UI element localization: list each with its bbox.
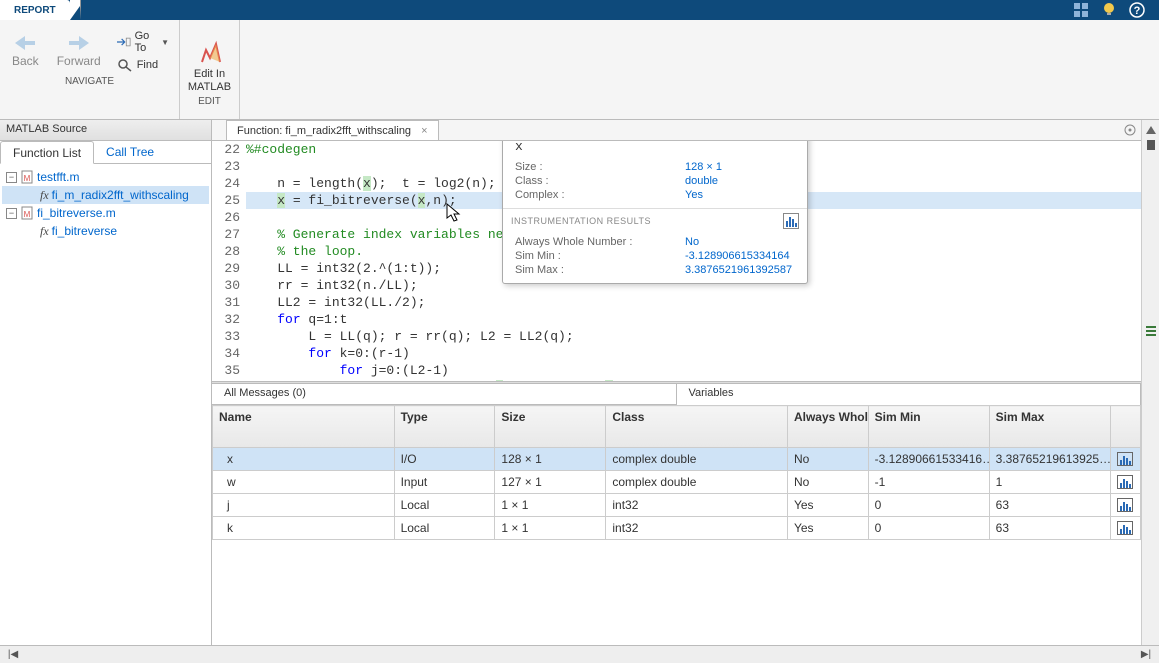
goto-label: Go To — [135, 30, 157, 54]
search-icon — [117, 58, 133, 72]
edit-in-matlab-button[interactable]: Edit In MATLAB — [188, 68, 231, 94]
scroll-left-icon[interactable]: |◀ — [4, 648, 22, 662]
expander-icon[interactable]: − — [6, 172, 17, 183]
back-label: Back — [12, 54, 39, 68]
statusbar: |◀ ▶| — [0, 645, 1159, 663]
function-icon: fx — [40, 188, 49, 203]
goto-icon — [117, 36, 131, 48]
nav-group-label: NAVIGATE — [65, 74, 114, 89]
sidebar-title: MATLAB Source — [0, 120, 211, 141]
tree-file-testfft[interactable]: testfft.m — [37, 170, 79, 184]
forward-label: Forward — [57, 54, 101, 68]
histogram-icon[interactable] — [783, 213, 799, 229]
variables-table-wrap: NameTypeSizeClassAlways Whole NumberSim … — [212, 405, 1141, 645]
tab-function-list[interactable]: Function List — [0, 141, 94, 164]
code-line[interactable]: temp = w(L2-1+j+1) * x(k*L+j+L2+1); — [246, 379, 1141, 381]
gear-icon[interactable] — [1123, 123, 1137, 137]
histogram-icon[interactable] — [1117, 475, 1133, 489]
table-row[interactable]: xI/O128 × 1complex doubleNo-3.1289066153… — [213, 448, 1141, 471]
tree-fn-radix2fft[interactable]: fi_m_radix2fft_withscaling — [52, 188, 189, 202]
sidebar: MATLAB Source Function List Call Tree − … — [0, 120, 212, 645]
popup-value: 3.3876521961392587 — [685, 264, 792, 276]
marker-icon[interactable] — [1146, 126, 1156, 134]
code-area[interactable]: 2223242526272829303132333435363738394041… — [212, 141, 1141, 381]
column-header[interactable]: Always Whole Number — [787, 406, 868, 448]
expander-icon[interactable]: − — [6, 208, 17, 219]
popup-label: Sim Max : — [515, 264, 685, 276]
editor-tab[interactable]: Function: fi_m_radix2fft_withscaling × — [226, 120, 439, 140]
histogram-icon[interactable] — [1117, 498, 1133, 512]
lightbulb-icon[interactable] — [1101, 2, 1117, 18]
tab-call-tree[interactable]: Call Tree — [94, 141, 166, 163]
editor-tab-label: Function: fi_m_radix2fft_withscaling — [237, 125, 411, 137]
svg-text:M: M — [24, 174, 31, 183]
goto-button[interactable]: Go To ▼ — [113, 28, 173, 56]
code-line[interactable]: for q=1:t — [246, 311, 1141, 328]
code-line[interactable]: for k=0:(r-1) — [246, 345, 1141, 362]
code-line[interactable]: L = LL(q); r = rr(q); L2 = LL2(q); — [246, 328, 1141, 345]
popup-header-instr: INSTRUMENTATION RESULTS — [511, 216, 651, 226]
histogram-icon[interactable] — [1117, 452, 1133, 466]
tree-file-bitreverse[interactable]: fi_bitreverse.m — [37, 206, 116, 220]
popup-value: No — [685, 236, 699, 248]
grid-icon[interactable] — [1073, 2, 1089, 18]
column-header[interactable]: Class — [606, 406, 788, 448]
ribbon-tab-report[interactable]: REPORT — [0, 0, 70, 20]
titlebar: REPORT ? — [0, 0, 1159, 20]
svg-text:?: ? — [1134, 5, 1141, 17]
toolstrip: Back Forward Go To ▼ Find NAVIGATE E — [0, 20, 1159, 120]
variable-info-popup: VARIABLE INFO x Size :128 × 1Class :doub… — [502, 141, 808, 284]
table-row[interactable]: jLocal1 × 1int32Yes063 — [213, 494, 1141, 517]
scroll-right-icon[interactable]: ▶| — [1137, 648, 1155, 662]
histogram-icon[interactable] — [1117, 521, 1133, 535]
file-icon: M — [20, 170, 34, 184]
popup-label: Always Whole Number : — [515, 236, 685, 248]
tab-all-messages[interactable]: All Messages (0) — [212, 384, 677, 405]
tree-fn-bitreverse[interactable]: fi_bitreverse — [52, 224, 117, 238]
popup-value: 128 × 1 — [685, 161, 722, 173]
variables-table: NameTypeSizeClassAlways Whole NumberSim … — [212, 405, 1141, 540]
popup-label: Class : — [515, 175, 685, 187]
code-line[interactable]: for j=0:(L2-1) — [246, 362, 1141, 379]
editor-panel: Function: fi_m_radix2fft_withscaling × 2… — [212, 120, 1141, 645]
column-header[interactable]: Sim Min — [868, 406, 989, 448]
file-icon: M — [20, 206, 34, 220]
line-gutter: 2223242526272829303132333435363738394041 — [212, 141, 246, 381]
popup-value: -3.128906615334164 — [685, 250, 790, 262]
column-header[interactable] — [1110, 406, 1140, 448]
close-tab-icon[interactable]: × — [421, 125, 427, 137]
code-body[interactable]: VARIABLE INFO x Size :128 × 1Class :doub… — [246, 141, 1141, 381]
edit-group-label: EDIT — [198, 94, 221, 109]
matlab-icon[interactable] — [196, 40, 224, 68]
find-button[interactable]: Find — [113, 56, 173, 74]
column-header[interactable]: Type — [394, 406, 495, 448]
svg-text:M: M — [24, 210, 31, 219]
popup-label: Sim Min : — [515, 250, 685, 262]
marker-icon[interactable] — [1147, 140, 1155, 150]
column-header[interactable]: Sim Max — [989, 406, 1110, 448]
help-icon[interactable]: ? — [1129, 2, 1145, 18]
back-button[interactable]: Back — [6, 31, 45, 71]
minimap-bar[interactable] — [1141, 120, 1159, 645]
popup-value: double — [685, 175, 718, 187]
forward-button[interactable]: Forward — [51, 31, 107, 71]
popup-label: Complex : — [515, 189, 685, 201]
table-row[interactable]: wInput127 × 1complex doubleNo-11 — [213, 471, 1141, 494]
popup-value: Yes — [685, 189, 703, 201]
function-icon: fx — [40, 224, 49, 239]
column-header[interactable]: Size — [495, 406, 606, 448]
tab-variables[interactable]: Variables — [677, 384, 1142, 405]
file-tree: − M testfft.m fx fi_m_radix2fft_withscal… — [0, 164, 211, 645]
column-header[interactable]: Name — [213, 406, 395, 448]
find-label: Find — [137, 59, 158, 71]
table-row[interactable]: kLocal1 × 1int32Yes063 — [213, 517, 1141, 540]
popup-var-name: x — [503, 141, 807, 158]
code-line[interactable]: LL2 = int32(LL./2); — [246, 294, 1141, 311]
popup-label: Size : — [515, 161, 685, 173]
